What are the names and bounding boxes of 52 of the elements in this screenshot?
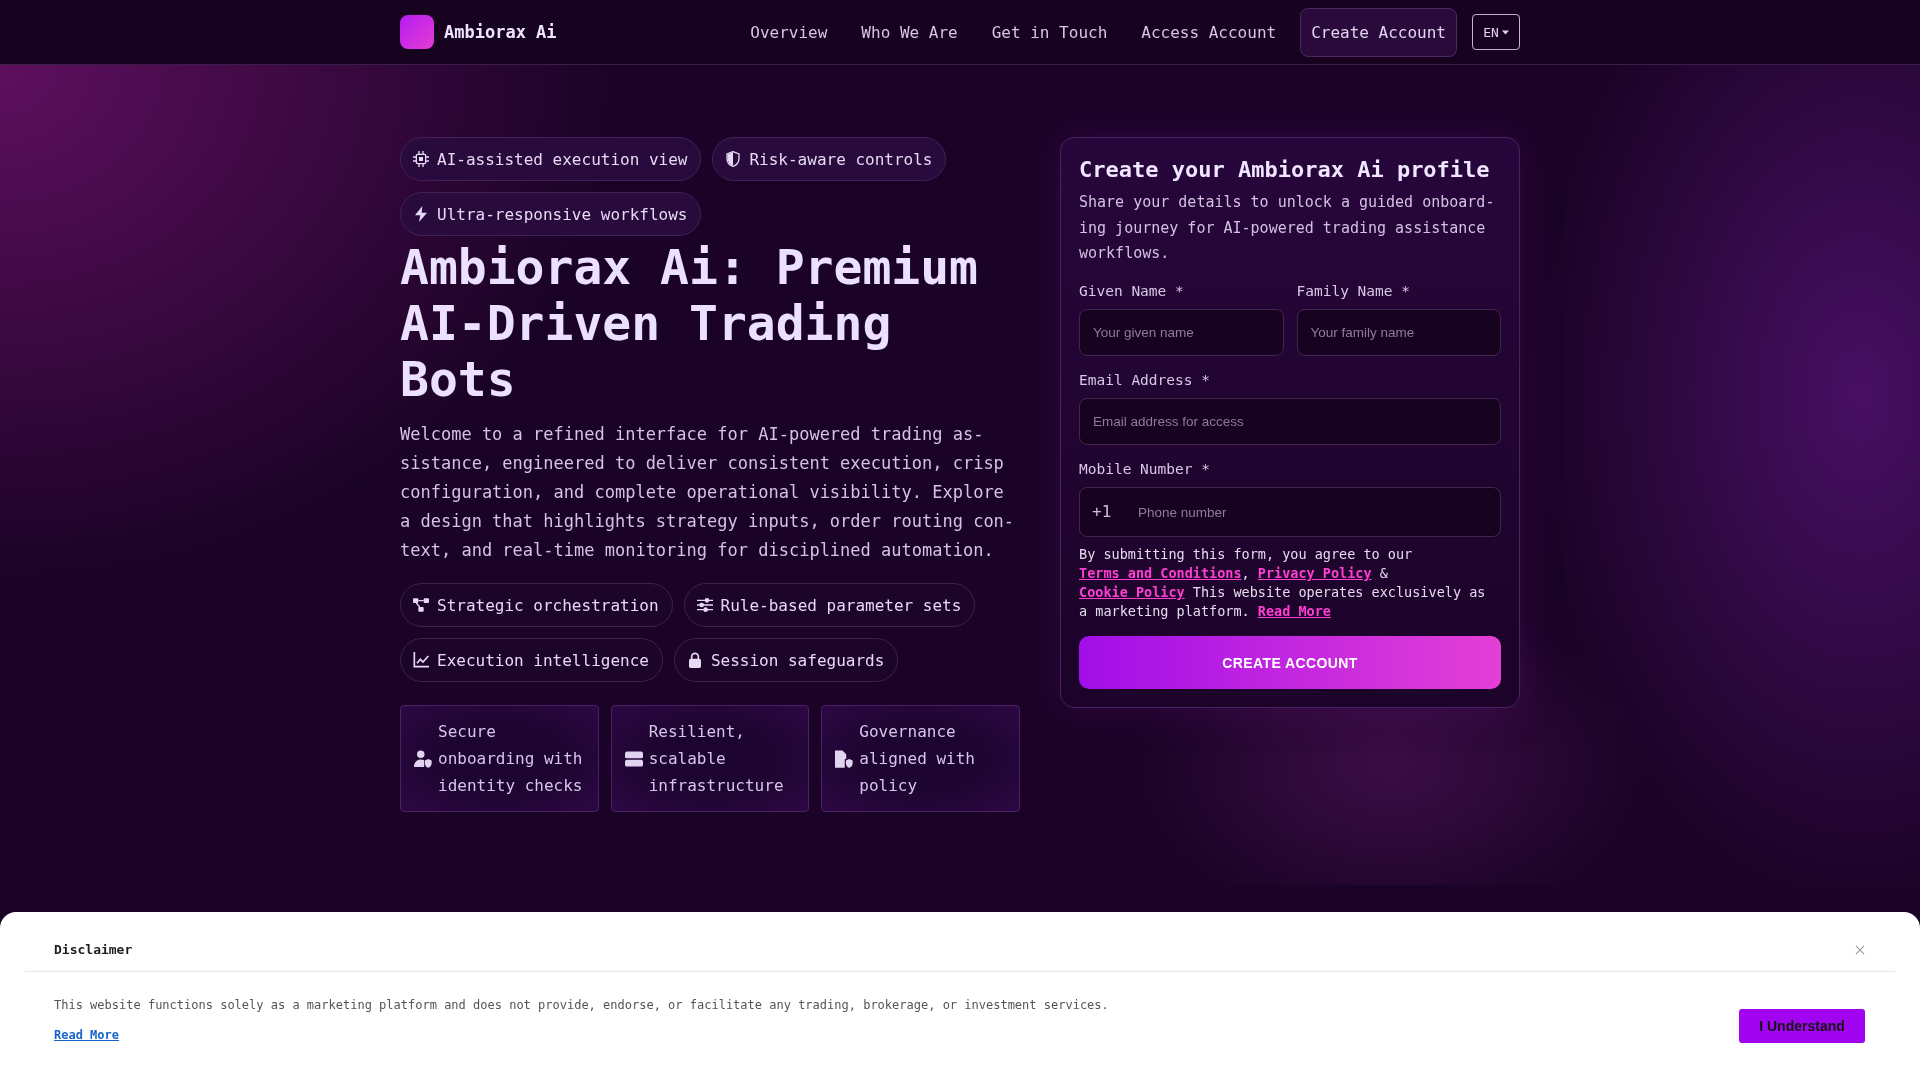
field-label: Email Address * [1079, 371, 1211, 390]
pill-label: Rule-based parameter sets [720, 595, 962, 615]
create-account-button[interactable]: CREATE ACCOUNT [1079, 636, 1501, 690]
field-label: Given Name * [1079, 282, 1185, 301]
pill-label: AI-assisted execution view [437, 149, 688, 169]
document-shield-icon [835, 749, 854, 768]
input-field[interactable]: Your family name [1296, 309, 1501, 357]
user-shield-icon [414, 749, 432, 768]
chip-icon [413, 151, 429, 167]
card-text: Secure onboarding with identity checks [438, 721, 584, 797]
language-button[interactable]: EN [1472, 14, 1520, 50]
consent-text: By submitting this form, you agree to our Terms and Conditions, Privacy Policy & Cookie Policy This website operates exclusively as a marketing platform. Read More [1079, 545, 1487, 622]
nav-link[interactable]: Overview [740, 14, 838, 50]
close-icon [1855, 945, 1865, 955]
inline-link[interactable]: Cookie Policy [1079, 584, 1185, 601]
pill-label: Risk-aware controls [749, 149, 933, 169]
line-chart-icon [413, 652, 429, 668]
hero-description: Welcome to a refined interface for AI-powered trading as-sistance, engineered to deliver consistent execution, crisp configuration, and complete operational visibility. Explore a design that highlights strategy inputs, order routing con-text, and real-time monitoring for disciplined automation. [400, 423, 1016, 562]
server-icon [624, 749, 643, 768]
lightning-icon [413, 206, 429, 222]
logo-icon [400, 15, 434, 49]
nav-link[interactable]: Get in Touch [981, 14, 1118, 50]
nav-link[interactable]: Access Account [1131, 14, 1287, 50]
input-field[interactable]: Email address for access [1079, 398, 1501, 446]
pill-label: Session safeguards [710, 650, 885, 670]
inline-link[interactable]: Terms and Conditions [1079, 565, 1242, 582]
input-field[interactable]: Your given name [1079, 309, 1284, 357]
pill-label: Execution intelligence [437, 650, 649, 670]
caret-icon [1501, 29, 1509, 35]
hero-title: Ambiorax Ai: Premium AI-Driven Trading Bots [400, 239, 979, 407]
disclaimer-text: This website functions solely as a marketing platform and does not provide, endorse, or facilitate any trading, brokerage, or investment services. [54, 997, 1109, 1014]
nodes-icon [413, 597, 429, 613]
close-button[interactable] [1855, 945, 1865, 955]
pill-label: Strategic orchestration [437, 595, 659, 615]
disclaimer-title: Disclaimer [54, 941, 133, 959]
field-label: Family Name * [1296, 282, 1411, 301]
inline-link[interactable]: Privacy Policy [1257, 565, 1372, 582]
nav-link[interactable]: Who We Are [851, 14, 968, 50]
inline-link[interactable]: Read More [1257, 603, 1331, 620]
brand-name: Ambiorax Ai [444, 22, 557, 42]
field-label: Mobile Number * [1079, 460, 1211, 479]
form-description: Share your details to unlock a guided onboard-ing journey for AI-powered trading assistance workflows. [1079, 192, 1496, 265]
read-more-link[interactable]: Read More [54, 1026, 120, 1044]
shield-icon [725, 151, 742, 167]
create-account-button[interactable]: Create Account [1300, 7, 1457, 57]
card-text: Resilient, scalable infrastructure [648, 721, 785, 797]
sliders-icon [696, 597, 713, 613]
pill-label: Ultra-responsive workflows [437, 204, 688, 224]
country-code[interactable]: +1 [1092, 502, 1112, 523]
form-title: Create your Ambiorax Ai profile [1079, 156, 1491, 184]
card-text: Governance aligned with policy [859, 721, 976, 797]
lock-icon [686, 652, 703, 668]
